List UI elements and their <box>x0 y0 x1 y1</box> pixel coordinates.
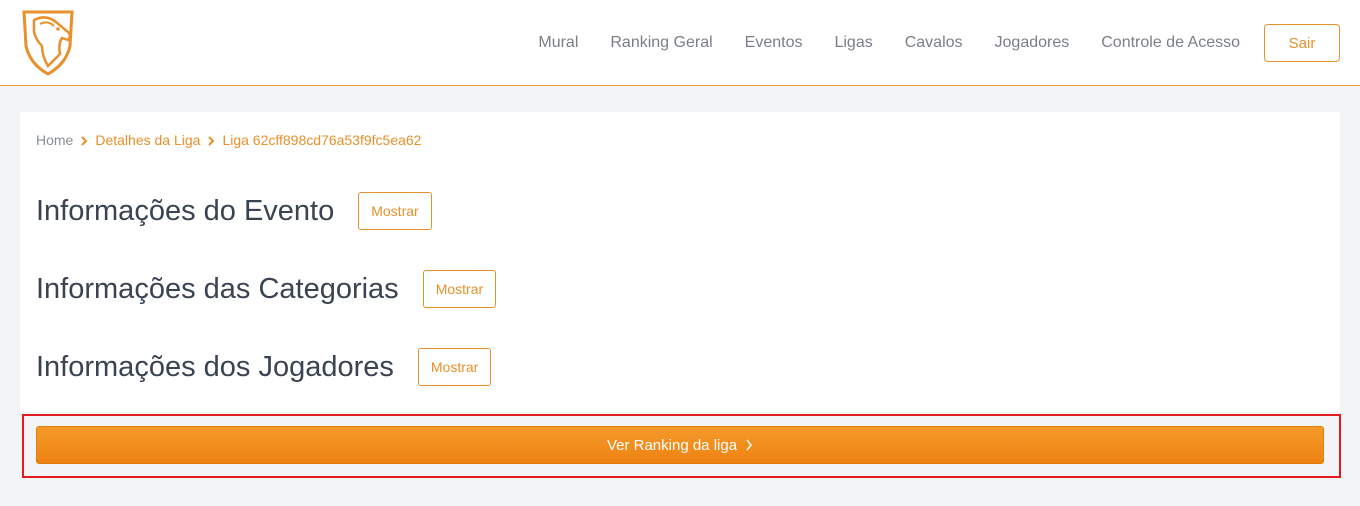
horse-shield-logo-icon[interactable] <box>20 10 78 76</box>
chevron-right-icon <box>200 132 222 148</box>
breadcrumb: Home Detalhes da Liga Liga 62cff898cd76a… <box>36 132 421 148</box>
top-navbar: Mural Ranking Geral Eventos Ligas Cavalo… <box>0 0 1360 86</box>
breadcrumb-league-details[interactable]: Detalhes da Liga <box>95 132 200 148</box>
section-players-info: Informações dos Jogadores Mostrar <box>36 348 492 386</box>
nav-link-mural[interactable]: Mural <box>538 34 578 52</box>
nav-link-ligas[interactable]: Ligas <box>834 34 872 52</box>
nav-link-jogadores[interactable]: Jogadores <box>995 34 1070 52</box>
chevron-right-icon <box>746 439 753 451</box>
nav-link-ranking-geral[interactable]: Ranking Geral <box>610 34 712 52</box>
nav-link-controle-de-acesso[interactable]: Controle de Acesso <box>1101 34 1240 52</box>
nav-links: Mural Ranking Geral Eventos Ligas Cavalo… <box>506 0 1240 86</box>
logout-button[interactable]: Sair <box>1264 24 1340 62</box>
show-players-info-button[interactable]: Mostrar <box>417 348 492 386</box>
show-event-info-button[interactable]: Mostrar <box>358 192 432 230</box>
chevron-right-icon <box>73 132 95 148</box>
show-categories-info-button[interactable]: Mostrar <box>422 270 497 308</box>
view-league-ranking-button[interactable]: Ver Ranking da liga <box>36 426 1324 464</box>
section-event-info: Informações do Evento Mostrar <box>36 192 432 230</box>
section-title: Informações dos Jogadores <box>36 350 394 383</box>
nav-link-eventos[interactable]: Eventos <box>745 34 803 52</box>
breadcrumb-league-id[interactable]: Liga 62cff898cd76a53f9fc5ea62 <box>222 132 421 148</box>
nav-link-cavalos[interactable]: Cavalos <box>905 34 963 52</box>
section-title: Informações do Evento <box>36 194 335 227</box>
section-categories-info: Informações das Categorias Mostrar <box>36 270 497 308</box>
breadcrumb-home[interactable]: Home <box>36 132 73 148</box>
ranking-button-label: Ver Ranking da liga <box>606 436 738 454</box>
section-title: Informações das Categorias <box>36 272 399 305</box>
league-details-card: Home Detalhes da Liga Liga 62cff898cd76a… <box>20 112 1340 412</box>
